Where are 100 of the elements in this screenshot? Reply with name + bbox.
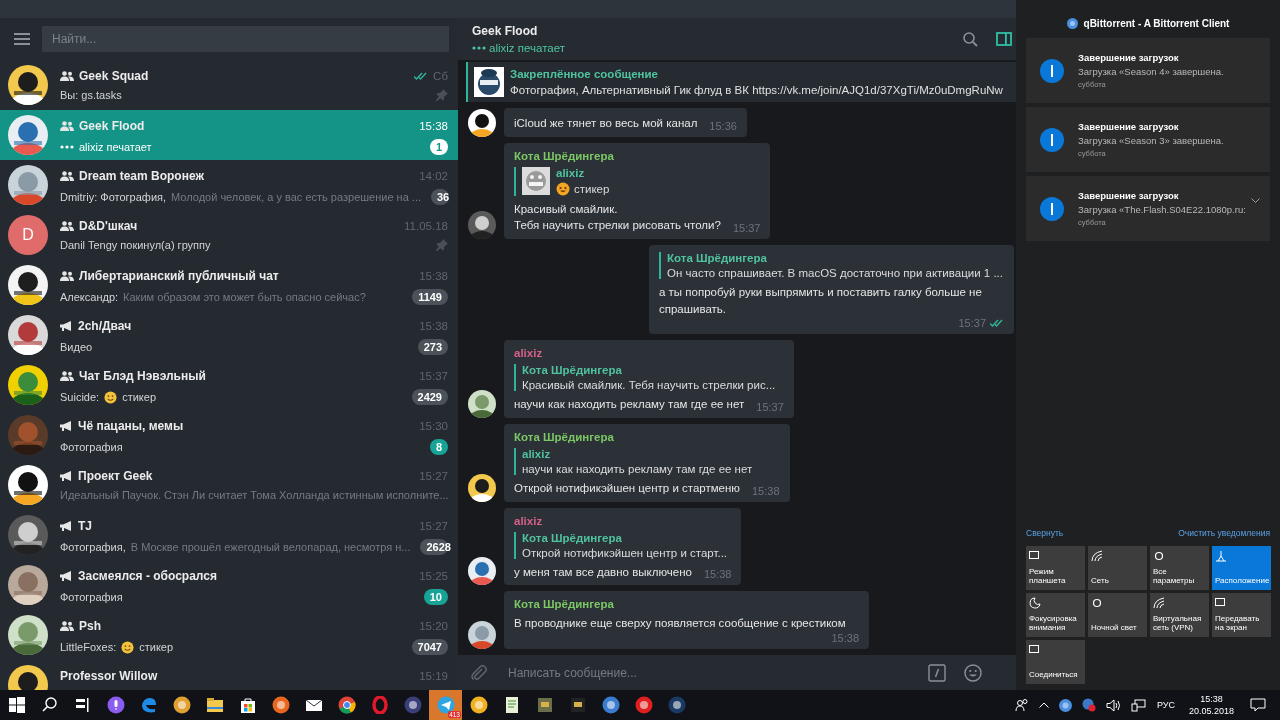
clear-notifications-link[interactable]: Очистить уведомления <box>1178 528 1270 538</box>
app-icon <box>1066 18 1078 29</box>
command-icon[interactable] <box>928 663 946 682</box>
quick-action-tile[interactable]: Расположение <box>1212 546 1271 590</box>
quick-action-tile[interactable]: Передавать на экран <box>1212 593 1271 637</box>
chevron-up-icon[interactable] <box>1038 702 1049 708</box>
info-icon <box>1040 196 1064 221</box>
quick-action-tile[interactable]: Соединиться <box>1026 640 1085 684</box>
notification-app-name: qBittorrent - A Bittorrent Client <box>1083 18 1230 29</box>
app-icon <box>601 696 620 714</box>
clock[interactable]: 15:38 20.05.2018 <box>1188 694 1234 716</box>
reply-quote[interactable]: Кота Шрёдингера Красивый смайлик. Тебя научить стрелки рис... <box>514 364 784 392</box>
tile-label: Виртуальная сеть (VPN) <box>1153 613 1203 633</box>
chat-name: Чат Блэд Нэвэльный <box>79 369 206 383</box>
menu-icon[interactable] <box>14 33 30 45</box>
message-preview: Фотография <box>60 591 123 603</box>
megaphone-icon <box>60 471 73 481</box>
chat-list-item[interactable]: Geek Flood 15:38 alixiz печатает 1 <box>0 110 458 160</box>
message-composer[interactable]: Написать сообщение... <box>458 655 1016 690</box>
chat-list-item[interactable]: Dream team Воронеж 14:02 Dmitriy: Фотография, Молодой человек, а у вас есть разрешение на ... 36 <box>0 160 458 210</box>
browser-icon <box>139 696 158 714</box>
message-preview: LittleFoxes: <box>60 641 117 653</box>
network-icon[interactable] <box>1130 698 1146 712</box>
quick-action-tile[interactable]: Все параметры <box>1150 546 1209 590</box>
quick-action-icon <box>1029 644 1041 656</box>
message-text: научи как находить рекламу там где ее нет <box>514 397 745 413</box>
reply-text: научи как находить рекламу там где ее нет <box>522 463 753 475</box>
paperclip-icon[interactable] <box>470 663 488 682</box>
info-icon <box>1040 127 1064 152</box>
unread-badge: 8 <box>429 439 448 455</box>
folder-icon <box>205 696 224 714</box>
search-field[interactable]: Найти... <box>42 26 449 52</box>
reply-author: Кота Шрёдингера <box>667 251 768 264</box>
chevron-down-icon[interactable] <box>1251 198 1260 204</box>
people-icon[interactable] <box>1014 698 1029 712</box>
message-preview: alixiz печатает <box>79 141 152 153</box>
tile-label: Фокусировка внимания <box>1029 613 1078 633</box>
pinned-message-bar[interactable]: Закреплённое сообщение Фотография, Альтернативный Гик флуд в ВК https://vk.me/join/AJQ1d/37XgTi/Mz0uDmgRuNw <box>466 62 1016 102</box>
reply-quote[interactable]: Кота Шрёдингера Он часто спрашивает. В macOS достаточно при активации 1 ... <box>659 251 1004 279</box>
avatar: D <box>8 215 48 255</box>
notification-title: Завершение загрузок <box>1078 121 1180 132</box>
unread-badge: 36 <box>431 189 449 205</box>
tile-label: Ночной свет <box>1091 623 1138 633</box>
reply-text: Открой нотификэйшен центр и старт... <box>522 546 728 559</box>
quick-action-tile[interactable]: Виртуальная сеть (VPN) <box>1150 593 1209 637</box>
message-preview: стикер <box>139 641 174 653</box>
quick-action-icon <box>1029 597 1041 609</box>
reply-quote[interactable]: Кота Шрёдингера Открой нотификэйшен центр и старт... <box>514 531 732 559</box>
message-time: 15:37 <box>732 221 761 234</box>
message-text: Открой нотификэйшен центр и стартменю <box>514 481 740 496</box>
chat-list-item[interactable]: TJ 15:27 Фотография, В Москве прошёл ежегодный велопарад, несмотря н... 2628 <box>0 510 458 560</box>
chat-time: 11.05.18 <box>404 220 448 232</box>
app-icon <box>403 696 422 714</box>
quick-action-tile[interactable]: Фокусировка внимания <box>1026 593 1085 637</box>
message-preview: Dmitriy: Фотография, <box>60 191 167 203</box>
sidebar-toggle-icon[interactable] <box>996 32 1012 46</box>
app-icon <box>634 696 653 714</box>
input-language[interactable]: РУС <box>1156 700 1175 710</box>
app-icon[interactable] <box>1081 698 1096 712</box>
tile-label: Расположение <box>1215 576 1268 586</box>
chat-list-item[interactable]: Чат Блэд Нэвэльный 15:37 Suicide: стикер 2429 <box>0 360 458 410</box>
notification-icon[interactable] <box>1250 698 1266 712</box>
group-icon <box>60 621 74 631</box>
app-icon[interactable] <box>1058 698 1072 712</box>
collapse-link[interactable]: Свернуть <box>1026 528 1064 538</box>
message-time: 15:36 <box>709 119 737 132</box>
message-preview: стикер <box>122 391 156 403</box>
chat-name: TJ <box>78 519 92 533</box>
smiley-icon <box>121 640 135 654</box>
group-icon <box>60 221 74 231</box>
message-input[interactable]: Написать сообщение... <box>506 664 910 681</box>
tile-label: Соединиться <box>1029 670 1079 680</box>
unread-badge: 10 <box>423 589 448 605</box>
unread-badge: 1149 <box>412 289 448 305</box>
reply-author: Кота Шрёдингера <box>522 364 623 377</box>
quick-action-tile[interactable]: Сеть <box>1088 546 1147 590</box>
chat-status: alixiz печатает <box>489 42 565 54</box>
quick-action-tile[interactable]: Ночной свет <box>1088 593 1147 637</box>
quick-action-icon <box>1091 597 1103 609</box>
search-icon[interactable] <box>963 31 978 47</box>
chat-list-item[interactable]: Psh 15:20 LittleFoxes: стикер 7047 <box>0 610 458 660</box>
app-icon <box>535 696 554 714</box>
chat-list-item[interactable]: Чё пацаны, мемы 15:30 Фотография 8 <box>0 410 458 460</box>
chat-list-item[interactable]: Засмеялся - обосрался 15:25 Фотография 10 <box>0 560 458 610</box>
chat-list-item[interactable]: Либертарианский публичный чат 15:38 Александр: Каким образом это может быть опасно сейчас? 1149 <box>0 260 458 310</box>
group-icon <box>60 171 74 181</box>
quick-action-tile[interactable]: Режим планшета <box>1026 546 1085 590</box>
clock-time: 15:38 <box>1200 694 1223 704</box>
message-preview: В Москве прошёл ежегодный велопарад, несмотря н... <box>130 541 411 553</box>
chat-list-item[interactable]: D D&D'шкач 11.05.18 Danil Tengy покинул(а) группу <box>0 210 458 260</box>
message-preview: Suicide: <box>60 391 100 403</box>
emoji-icon[interactable] <box>964 663 982 682</box>
message-text: а ты попробуй руки выпрямить и поставить галку больше не спрашивать. <box>659 284 983 317</box>
volume-icon[interactable] <box>1105 698 1121 712</box>
chat-list-item[interactable]: Проект Geek 15:27 Идеальный Паучок. Стэн Ли считает Тома Холланда истинным исполните... <box>0 460 458 510</box>
chat-list-item[interactable]: 2ch/Двач 15:38 Видео 273 <box>0 310 458 360</box>
message-text: В проводнике еще сверху появляется сообщение с крестиком <box>514 616 846 632</box>
reply-quote[interactable]: alixiz научи как находить рекламу там где ее нет <box>514 448 780 475</box>
chat-time: 14:02 <box>419 170 448 182</box>
chat-time: 15:27 <box>419 520 448 532</box>
